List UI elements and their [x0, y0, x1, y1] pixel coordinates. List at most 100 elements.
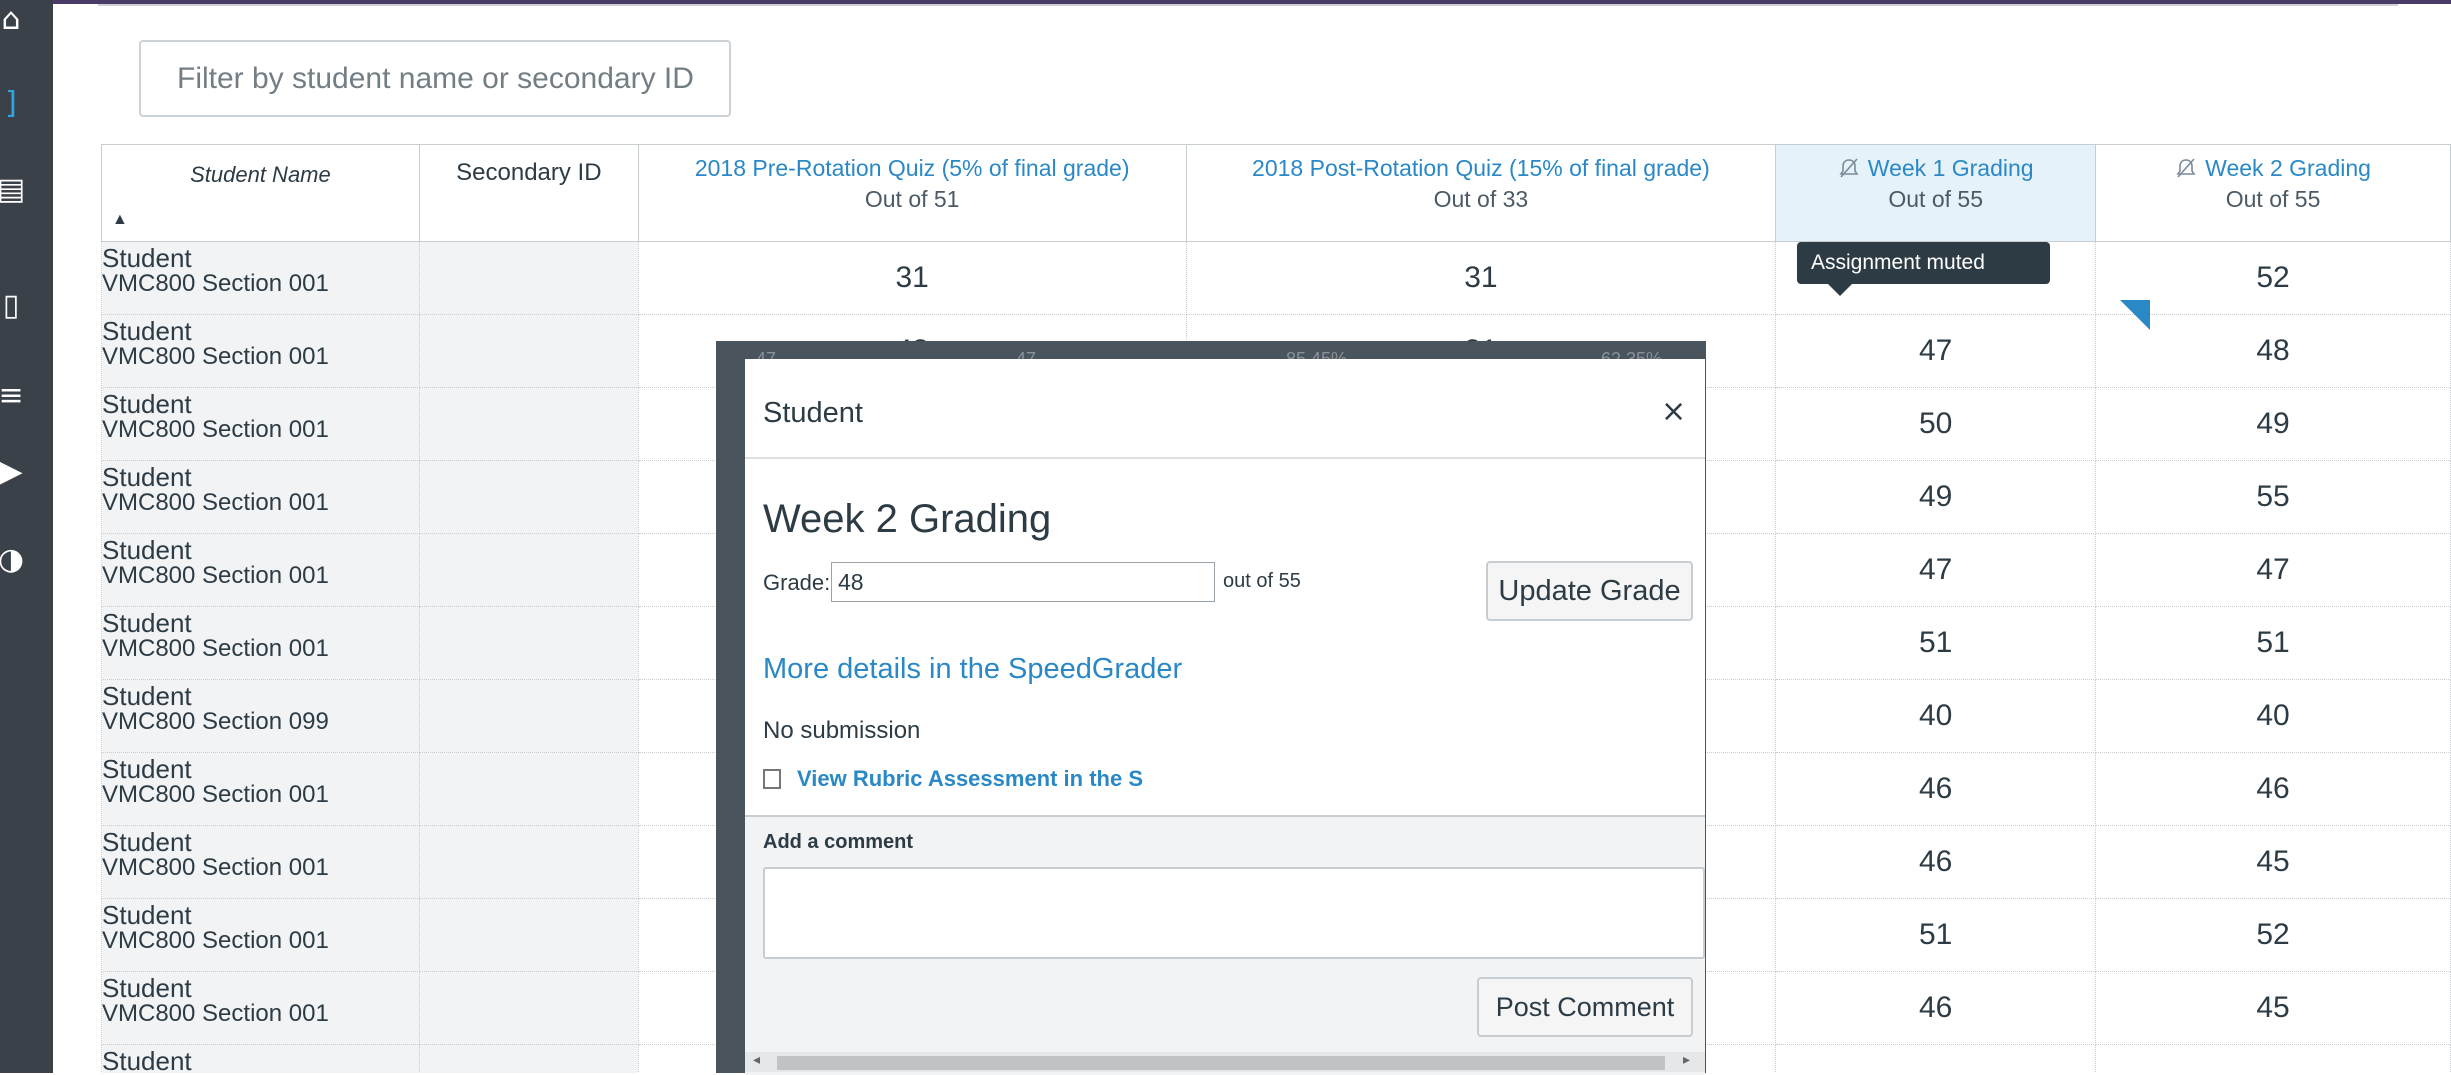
column-header-pre-quiz[interactable]: 2018 Pre-Rotation Quiz (5% of final grad…: [637, 144, 1187, 242]
week2-cell[interactable]: 40: [2095, 679, 2451, 753]
arrow-icon[interactable]: ▶: [0, 452, 23, 492]
column-header-post-quiz[interactable]: 2018 Post-Rotation Quiz (15% of final gr…: [1185, 144, 1777, 242]
week1-title: Week 1 Grading: [1867, 155, 2034, 181]
grade-out-of: out of 55: [1223, 570, 1301, 592]
week2-cell[interactable]: 45: [2095, 971, 2451, 1045]
student-name[interactable]: Student: [102, 242, 419, 271]
muted-bell-icon: [1839, 158, 1859, 178]
column-header-student-name[interactable]: Student Name ▲: [101, 144, 420, 242]
post-quiz-cell[interactable]: 31: [1185, 241, 1777, 315]
student-name-cell[interactable]: Student VMC800 Section 001: [101, 898, 420, 972]
week2-cell[interactable]: 51: [2095, 606, 2451, 680]
secondary-id-cell: [418, 241, 639, 315]
week1-cell[interactable]: 46: [1775, 825, 2097, 899]
student-filter-input[interactable]: Filter by student name or secondary ID: [139, 40, 731, 117]
dialog-header: [745, 359, 1705, 459]
student-name-cell[interactable]: Student VMC800 Section 001: [101, 606, 420, 680]
week2-cell[interactable]: [2095, 1044, 2451, 1073]
column-header-week1[interactable]: Week 1 Grading Out of 55: [1775, 144, 2097, 242]
menu-icon[interactable]: ≡: [0, 376, 24, 416]
student-name-cell[interactable]: Student: [101, 1044, 420, 1073]
student-section: VMC800 Section 001: [102, 781, 329, 808]
calendar-icon[interactable]: ▤: [0, 170, 25, 210]
submission-status: No submission: [763, 717, 921, 744]
week1-cell[interactable]: 51: [1775, 898, 2097, 972]
student-name[interactable]: Student: [102, 680, 419, 709]
dialog-title: Student: [763, 397, 863, 429]
secondary-id-cell: [418, 898, 639, 972]
week1-cell[interactable]: 49: [1775, 460, 2097, 534]
rubric-icon: [763, 769, 781, 789]
student-name[interactable]: Student: [102, 1045, 419, 1073]
student-name-cell[interactable]: Student VMC800 Section 001: [101, 752, 420, 826]
student-name-cell[interactable]: Student VMC800 Section 001: [101, 825, 420, 899]
column-header-week2[interactable]: Week 2 Grading Out of 55: [2095, 144, 2451, 242]
student-section: VMC800 Section 001: [102, 1000, 329, 1027]
student-name-cell[interactable]: Student VMC800 Section 001: [101, 971, 420, 1045]
help-icon[interactable]: ◑: [0, 540, 24, 580]
post-quiz-title[interactable]: 2018 Post-Rotation Quiz (15% of final gr…: [1187, 145, 1776, 184]
student-name-cell[interactable]: Student VMC800 Section 001: [101, 533, 420, 607]
student-section: VMC800 Section 001: [102, 416, 329, 443]
scroll-left-icon[interactable]: ◂: [753, 1052, 760, 1068]
student-name[interactable]: Student: [102, 826, 419, 855]
week2-out-of: Out of 55: [2225, 186, 2321, 212]
student-name[interactable]: Student: [102, 461, 419, 490]
week1-cell[interactable]: [1775, 1044, 2097, 1073]
week2-cell[interactable]: 55: [2095, 460, 2451, 534]
student-name-cell[interactable]: Student VMC800 Section 001: [101, 314, 420, 388]
scrollbar-thumb[interactable]: [777, 1056, 1665, 1070]
week1-cell[interactable]: 46: [1775, 752, 2097, 826]
week1-title-link[interactable]: Week 1 Grading: [1776, 153, 2095, 184]
filter-placeholder: Filter by student name or secondary ID: [177, 61, 694, 95]
student-name-cell[interactable]: Student VMC800 Section 001: [101, 387, 420, 461]
student-name-cell[interactable]: Student VMC800 Section 099: [101, 679, 420, 753]
bracket-icon[interactable]: ]: [0, 84, 22, 124]
muted-bell-icon: [2176, 158, 2196, 178]
post-quiz-out-of: Out of 33: [1433, 186, 1529, 212]
student-name[interactable]: Student: [102, 388, 419, 417]
student-name[interactable]: Student: [102, 899, 419, 928]
week1-cell[interactable]: 40: [1775, 679, 2097, 753]
grade-input[interactable]: [831, 562, 1215, 602]
week2-cell[interactable]: 52: [2095, 898, 2451, 972]
update-grade-button[interactable]: Update Grade: [1486, 561, 1693, 621]
week1-cell[interactable]: 47: [1775, 533, 2097, 607]
secondary-id-cell: [418, 460, 639, 534]
week1-cell[interactable]: 47: [1775, 314, 2097, 388]
column-header-secondary-id[interactable]: Secondary ID: [418, 144, 639, 242]
week2-cell[interactable]: 46: [2095, 752, 2451, 826]
student-name-cell[interactable]: Student VMC800 Section 001: [101, 241, 420, 315]
pre-quiz-cell[interactable]: 31: [637, 241, 1187, 315]
pre-quiz-out-of: Out of 51: [864, 186, 960, 212]
week2-cell[interactable]: 49: [2095, 387, 2451, 461]
student-section: VMC800 Section 001: [102, 562, 329, 589]
week1-cell[interactable]: 46: [1775, 971, 2097, 1045]
inbox-icon[interactable]: ▯: [0, 286, 22, 326]
week1-cell[interactable]: 51: [1775, 606, 2097, 680]
student-name[interactable]: Student: [102, 753, 419, 782]
post-comment-button[interactable]: Post Comment: [1477, 977, 1693, 1037]
student-name[interactable]: Student: [102, 534, 419, 563]
scroll-right-icon[interactable]: ▸: [1683, 1052, 1690, 1068]
view-rubric-link[interactable]: View Rubric Assessment in the S: [763, 766, 1143, 792]
week2-title-link[interactable]: Week 2 Grading: [2096, 153, 2450, 184]
student-name[interactable]: Student: [102, 315, 419, 344]
student-name-cell[interactable]: Student VMC800 Section 001: [101, 460, 420, 534]
secondary-id-cell: [418, 314, 639, 388]
student-section: VMC800 Section 001: [102, 927, 329, 954]
week2-cell[interactable]: 45: [2095, 825, 2451, 899]
close-icon[interactable]: ×: [1661, 397, 1686, 427]
sort-ascending-icon: ▲: [112, 211, 128, 228]
pre-quiz-title[interactable]: 2018 Pre-Rotation Quiz (5% of final grad…: [639, 145, 1186, 184]
student-name[interactable]: Student: [102, 972, 419, 1001]
tooltip-tail: [1828, 284, 1852, 296]
student-section: VMC800 Section 001: [102, 854, 329, 881]
comment-textarea[interactable]: [763, 867, 1705, 959]
add-comment-label: Add a comment: [763, 831, 914, 853]
week1-cell[interactable]: 50: [1775, 387, 2097, 461]
student-name[interactable]: Student: [102, 607, 419, 636]
home-icon[interactable]: ⌂: [0, 0, 22, 40]
week2-cell[interactable]: 47: [2095, 533, 2451, 607]
speedgrader-link[interactable]: More details in the SpeedGrader: [763, 653, 1182, 686]
